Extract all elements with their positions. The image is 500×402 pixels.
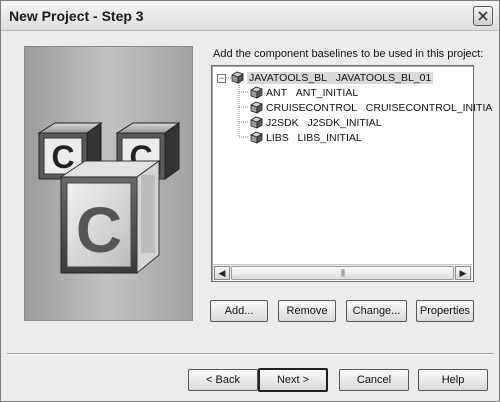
wizard-illustration: C C C	[24, 46, 193, 321]
back-button[interactable]: < Back	[188, 369, 258, 391]
change-button[interactable]: Change...	[346, 300, 407, 322]
remove-button[interactable]: Remove	[278, 300, 336, 322]
instruction-text: Add the component baselines to be used i…	[213, 48, 484, 60]
block-front: C	[59, 160, 161, 275]
component-package-icon	[250, 116, 263, 129]
root-baseline-name: JAVATOOLS_BL_01	[335, 71, 432, 84]
component-package-icon	[231, 71, 244, 84]
block-letter: C	[76, 194, 122, 266]
scroll-left-button[interactable]: ◀	[214, 266, 230, 280]
baseline-tree[interactable]: − JAVATOOLS_BL JAVATOOLS_BL_01 ANT ANT_I…	[211, 65, 492, 282]
collapse-toggle[interactable]: −	[217, 74, 226, 83]
help-button[interactable]: Help	[418, 369, 488, 391]
close-button[interactable]	[473, 6, 493, 26]
tree-row[interactable]: ANT ANT_INITIAL	[250, 85, 358, 100]
cancel-button[interactable]: Cancel	[339, 369, 409, 391]
baseline-name: J2SDK_INITIAL	[307, 116, 382, 129]
new-project-dialog: New Project - Step 3 C C C Add the compo…	[0, 0, 500, 402]
chevron-right-icon: ▶	[459, 268, 467, 278]
component-name: J2SDK	[266, 116, 299, 129]
properties-button[interactable]: Properties	[416, 300, 474, 322]
root-component-name: JAVATOOLS_BL	[249, 71, 328, 84]
block-letter: C	[51, 139, 74, 175]
tree-row[interactable]: CRUISECONTROL CRUISECONTROL_INITIA	[250, 100, 492, 115]
component-name: CRUISECONTROL	[266, 101, 358, 114]
component-name: LIBS	[266, 131, 289, 144]
baseline-name: ANT_INITIAL	[295, 86, 359, 99]
close-icon	[478, 11, 488, 21]
tree-row-root[interactable]: JAVATOOLS_BL JAVATOOLS_BL_01	[231, 70, 434, 85]
building-blocks-illustration: C C C	[37, 122, 181, 275]
horizontal-scrollbar[interactable]: ◀ ||| ▶	[213, 264, 472, 280]
tree-row[interactable]: J2SDK J2SDK_INITIAL	[250, 115, 382, 130]
next-button[interactable]: Next >	[258, 368, 328, 392]
add-button[interactable]: Add...	[210, 300, 268, 322]
chevron-left-icon: ◀	[218, 268, 226, 278]
dialog-title: New Project - Step 3	[9, 8, 144, 24]
component-package-icon	[250, 86, 263, 99]
button-separator	[7, 353, 493, 355]
component-package-icon	[250, 101, 263, 114]
scroll-thumb[interactable]: |||	[231, 266, 454, 280]
scroll-right-button[interactable]: ▶	[455, 266, 471, 280]
baseline-name: LIBS_INITIAL	[297, 131, 362, 144]
scroll-thumb-grip: |||	[340, 268, 345, 277]
baseline-name: CRUISECONTROL_INITIA	[365, 101, 493, 114]
component-name: ANT	[266, 86, 287, 99]
tree-row[interactable]: LIBS LIBS_INITIAL	[250, 130, 362, 145]
component-package-icon	[250, 131, 263, 144]
title-bar[interactable]: New Project - Step 3	[1, 1, 499, 31]
